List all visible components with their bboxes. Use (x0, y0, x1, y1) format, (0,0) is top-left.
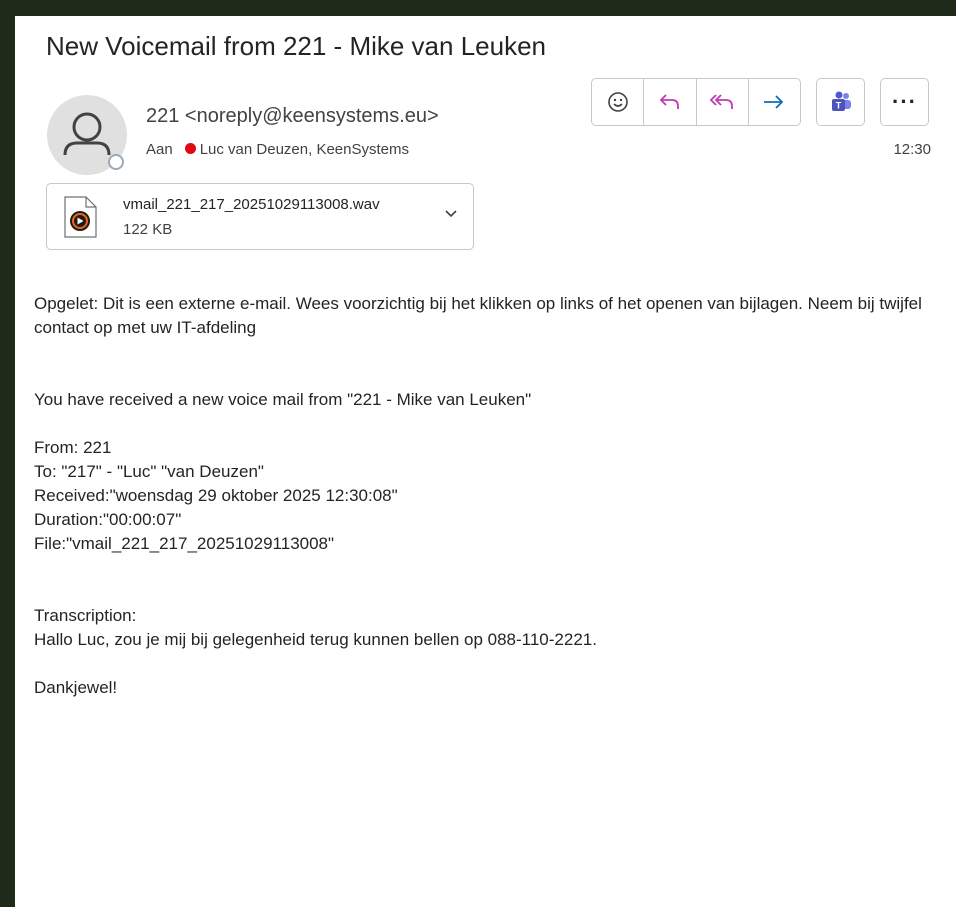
sender[interactable]: 221 <noreply@keensystems.eu> (146, 105, 439, 128)
forward-icon (764, 95, 784, 109)
closing-text: Dankjewel! (34, 678, 118, 697)
react-button[interactable] (592, 79, 645, 125)
voicemail-received: Received:"woensdag 29 oktober 2025 12:30… (34, 486, 398, 505)
recipients-line: Aan Luc van Deuzen, KeenSystems (146, 141, 409, 158)
busy-presence-icon (184, 143, 196, 154)
reply-button[interactable] (644, 79, 697, 125)
chevron-down-icon[interactable] (443, 206, 459, 222)
audio-file-icon (64, 196, 97, 238)
presence-status-icon (108, 154, 124, 170)
reply-icon (659, 94, 679, 109)
voicemail-duration: Duration:"00:00:07" (34, 510, 182, 529)
transcription-text: Hallo Luc, zou je mij bij gelegenheid te… (34, 630, 597, 649)
attachment-size: 122 KB (123, 221, 173, 238)
attachment[interactable]: vmail_221_217_20251029113008.wav 122 KB (46, 183, 474, 250)
email-time: 12:30 (893, 141, 931, 158)
reply-all-button[interactable] (697, 79, 749, 125)
reading-pane: New Voicemail from 221 - Mike van Leuken… (15, 16, 956, 907)
email-subject: New Voicemail from 221 - Mike van Leuken (46, 31, 547, 61)
more-icon: ··· (892, 89, 917, 114)
voicemail-to: To: "217" - "Luc" "van Deuzen" (34, 462, 264, 481)
forward-button[interactable] (749, 79, 800, 125)
voicemail-from: From: 221 (34, 438, 112, 457)
voicemail-file: File:"vmail_221_217_20251029113008" (34, 534, 335, 553)
attachment-filename: vmail_221_217_20251029113008.wav (123, 196, 380, 213)
reply-all-icon (709, 94, 734, 109)
email-body: Opgelet: Dit is een externe e-mail. Wees… (34, 292, 949, 700)
svg-text:T: T (835, 101, 841, 111)
to-label: Aan (146, 141, 173, 158)
message-actions (591, 78, 801, 126)
external-warning: Opgelet: Dit is een externe e-mail. Wees… (34, 294, 922, 337)
recipients[interactable]: Luc van Deuzen, KeenSystems (200, 141, 409, 158)
voicemail-intro: You have received a new voice mail from … (34, 390, 532, 409)
more-actions-button[interactable]: ··· (880, 78, 929, 126)
transcription-label: Transcription: (34, 606, 137, 625)
emoji-icon (607, 92, 628, 112)
teams-button[interactable]: T (816, 78, 865, 126)
teams-icon: T (831, 91, 851, 111)
